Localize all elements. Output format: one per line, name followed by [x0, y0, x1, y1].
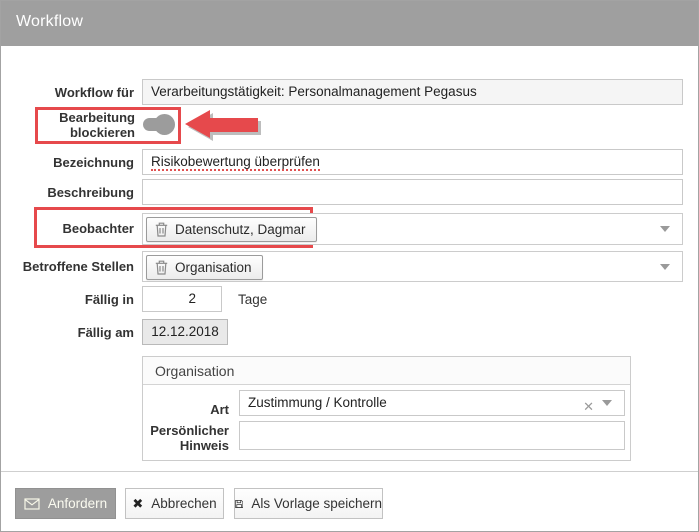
block-editing-toggle[interactable] — [143, 114, 175, 135]
clear-icon[interactable]: ✕ — [583, 395, 594, 416]
faellig-in-label: Fällig in — [11, 292, 134, 307]
dialog-title: Workflow — [16, 13, 83, 31]
footer-divider — [1, 471, 698, 472]
beobachter-tag-label: Datenschutz, Dagmar — [175, 222, 306, 237]
chevron-down-icon[interactable] — [660, 226, 670, 232]
workflow-dialog: Workflow Workflow für Verarbeitungstätig… — [0, 0, 699, 532]
faellig-am-label: Fällig am — [11, 325, 134, 340]
trash-icon[interactable] — [155, 222, 168, 237]
bezeichnung-label: Bezeichnung — [11, 155, 134, 170]
art-value: Zustimmung / Kontrolle — [248, 395, 387, 410]
beobachter-tag[interactable]: Datenschutz, Dagmar — [146, 217, 317, 242]
art-label: Art — [143, 402, 229, 417]
beobachter-label: Beobachter — [11, 221, 134, 236]
faellig-am-field: 12.12.2018 — [142, 319, 228, 345]
workflow-for-label: Workflow für — [11, 85, 134, 100]
beschreibung-field[interactable] — [142, 179, 683, 205]
betroffene-stellen-label: Betroffene Stellen — [11, 259, 134, 274]
workflow-for-field[interactable]: Verarbeitungstätigkeit: Personalmanageme… — [142, 79, 683, 105]
cancel-x-icon: ✖ — [132, 496, 143, 512]
abbrechen-button[interactable]: ✖ Abbrechen — [125, 488, 224, 519]
persoenlicher-hinweis-label: Persönlicher Hinweis — [147, 423, 229, 453]
organisation-section-title: Organisation — [143, 357, 630, 385]
art-select[interactable]: Zustimmung / Kontrolle ✕ — [239, 390, 625, 416]
anfordern-button[interactable]: Anfordern — [15, 488, 116, 519]
betroffene-stellen-tag[interactable]: Organisation — [146, 255, 263, 280]
annotation-arrow-left-icon — [183, 107, 265, 145]
betroffene-stellen-field[interactable]: Organisation — [142, 251, 683, 282]
betroffene-stellen-tag-label: Organisation — [175, 260, 252, 275]
persoenlicher-hinweis-field[interactable] — [239, 421, 625, 450]
bezeichnung-value: Risikobewertung überprüfen — [151, 154, 320, 171]
als-vorlage-speichern-button-label: Als Vorlage speichern — [251, 496, 382, 511]
beobachter-field[interactable]: Datenschutz, Dagmar — [142, 213, 683, 245]
faellig-in-suffix: Tage — [238, 292, 267, 307]
faellig-in-field[interactable]: 2 — [142, 286, 222, 312]
toggle-knob — [154, 114, 175, 135]
bezeichnung-field[interactable]: Risikobewertung überprüfen — [142, 149, 683, 175]
chevron-down-icon[interactable] — [602, 400, 612, 406]
dialog-titlebar: Workflow — [1, 1, 698, 46]
anfordern-button-label: Anfordern — [48, 496, 107, 511]
block-editing-label: Bearbeitung blockieren — [43, 110, 135, 140]
als-vorlage-speichern-button[interactable]: Als Vorlage speichern — [234, 488, 383, 519]
abbrechen-button-label: Abbrechen — [151, 496, 216, 511]
organisation-section: Organisation Art Zustimmung / Kontrolle … — [142, 356, 631, 461]
envelope-icon — [24, 498, 40, 510]
beschreibung-label: Beschreibung — [11, 185, 134, 200]
chevron-down-icon[interactable] — [660, 264, 670, 270]
save-icon — [235, 497, 243, 511]
trash-icon[interactable] — [155, 260, 168, 275]
